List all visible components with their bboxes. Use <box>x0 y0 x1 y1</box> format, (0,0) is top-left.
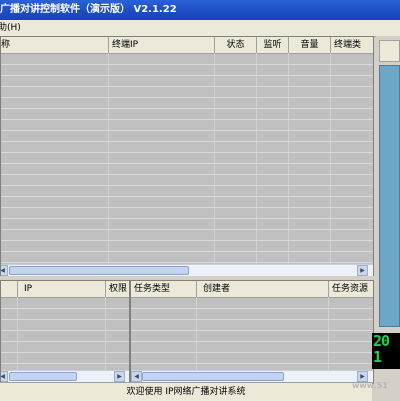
zone-panel[interactable] <box>379 65 400 327</box>
column-status[interactable]: 状态 <box>215 37 257 53</box>
column-task-resource[interactable]: 任务资源 <box>329 281 373 297</box>
terminal-list-header: 称 终端IP 状态 监听 音量 终端类 <box>1 37 373 54</box>
column-terminal-ip[interactable]: 终端IP <box>109 37 215 53</box>
window-title: 广播对讲控制软件（演示版） V2.1.22 <box>0 4 177 15</box>
status-bar: 欢迎使用 IP网络广播对讲系统 <box>0 382 372 401</box>
column-volume[interactable]: 音量 <box>289 37 331 53</box>
terminal-list-hscrollbar[interactable]: ◀ ▶ <box>1 264 373 276</box>
user-list[interactable]: IP 权限 ◀ ▶ <box>0 280 130 384</box>
scroll-left-button[interactable]: ◀ <box>131 371 142 382</box>
column-creator[interactable]: 创建者 <box>197 281 329 297</box>
task-list-header: 任务类型 创建者 任务资源 <box>131 281 373 298</box>
menu-bar: 助(H) <box>0 20 400 37</box>
menu-help[interactable]: 助(H) <box>0 20 21 36</box>
column-monitor[interactable]: 监听 <box>257 37 289 53</box>
task-list[interactable]: 任务类型 创建者 任务资源 ◀ ▶ <box>130 280 374 384</box>
clock-line-1: 20 <box>373 333 390 350</box>
column-permission[interactable]: 权限 <box>106 281 129 297</box>
clock-line-2: 1 <box>373 348 382 366</box>
scroll-thumb[interactable] <box>142 372 284 381</box>
scroll-left-button[interactable]: ◀ <box>1 371 8 382</box>
task-list-hscrollbar[interactable]: ◀ ▶ <box>131 370 373 382</box>
column-task-type[interactable]: 任务类型 <box>131 281 197 297</box>
status-message: 欢迎使用 IP网络广播对讲系统 <box>126 387 246 397</box>
column-ip[interactable]: IP <box>18 281 106 297</box>
column-terminal-type[interactable]: 终端类 <box>331 37 373 53</box>
right-pane-header <box>379 40 400 62</box>
user-list-hscrollbar[interactable]: ◀ ▶ <box>1 370 129 382</box>
scroll-thumb[interactable] <box>9 372 77 381</box>
user-list-header: IP 权限 <box>1 281 129 298</box>
scroll-right-button[interactable]: ▶ <box>357 265 368 276</box>
title-bar[interactable]: 广播对讲控制软件（演示版） V2.1.22 <box>0 0 400 20</box>
digital-clock: 20 1 <box>372 333 400 369</box>
scroll-thumb[interactable] <box>9 266 189 275</box>
terminal-list[interactable]: 称 终端IP 状态 监听 音量 终端类 ◀ ▶ <box>0 36 374 278</box>
scroll-right-button[interactable]: ▶ <box>114 371 125 382</box>
watermark-text: www.51 <box>352 381 388 390</box>
column-user[interactable] <box>1 281 18 297</box>
column-name[interactable]: 称 <box>1 37 109 53</box>
scroll-left-button[interactable]: ◀ <box>1 265 8 276</box>
